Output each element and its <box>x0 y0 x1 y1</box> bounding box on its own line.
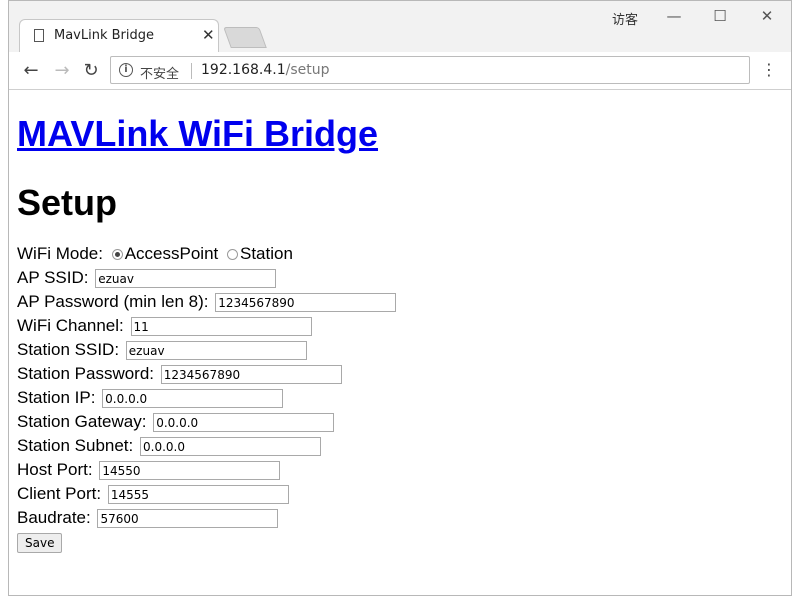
accesspoint-radio[interactable] <box>111 249 123 261</box>
wifi-channel-input[interactable] <box>130 317 312 337</box>
address-bar[interactable]: i 不安全 192.168.4.1/setup <box>110 56 750 84</box>
field-label: Station Subnet: <box>17 436 134 455</box>
reload-icon[interactable]: ↻ <box>80 60 102 82</box>
guest-profile-label[interactable]: 访客 <box>612 9 638 28</box>
browser-tab[interactable]: MavLink Bridge ✕ <box>19 19 219 52</box>
info-icon[interactable]: i <box>119 63 133 77</box>
ap-password-input[interactable] <box>215 293 397 313</box>
form-row-station-ssid: Station SSID: <box>17 338 396 362</box>
form-row-client-port: Client Port: <box>17 482 396 506</box>
url-host: 192.168.4.1 <box>201 62 286 78</box>
form-row-station-subnet: Station Subnet: <box>17 434 396 458</box>
new-tab-button[interactable] <box>223 27 267 48</box>
baudrate-input[interactable] <box>97 509 279 529</box>
wifi-mode-label: WiFi Mode: <box>17 244 103 263</box>
forward-arrow-icon[interactable]: → <box>51 60 73 82</box>
divider <box>191 63 192 79</box>
title-bar: MavLink Bridge ✕ 访客 — ☐ ✕ <box>9 1 791 52</box>
close-window-button[interactable]: ✕ <box>750 5 784 27</box>
field-label: Station Password: <box>17 364 155 383</box>
field-label: WiFi Channel: <box>17 316 124 335</box>
station-password-input[interactable] <box>160 365 342 385</box>
maximize-button[interactable]: ☐ <box>703 5 737 27</box>
form-row-wifi-channel: WiFi Channel: <box>17 314 396 338</box>
form-row-station-gateway: Station Gateway: <box>17 410 396 434</box>
form-row-host-port: Host Port: <box>17 458 396 482</box>
station-label: Station <box>239 244 293 263</box>
field-label: Station IP: <box>17 388 96 407</box>
page-title: MAVLink WiFi Bridge <box>17 113 378 155</box>
station-subnet-input[interactable] <box>140 437 321 457</box>
close-tab-icon[interactable]: ✕ <box>202 26 215 44</box>
security-label[interactable]: 不安全 <box>140 63 179 82</box>
field-label: Client Port: <box>17 484 102 503</box>
menu-dots-icon[interactable]: ⋮ <box>761 61 777 79</box>
setup-form: WiFi Mode: AccessPoint Station AP SSID: … <box>17 242 397 553</box>
host-port-input[interactable] <box>99 461 281 481</box>
form-row-ap-ssid: AP SSID: <box>17 266 396 290</box>
field-label: Station SSID: <box>17 340 120 359</box>
station-radio[interactable] <box>226 249 238 261</box>
field-label: Station Gateway: <box>17 412 147 431</box>
url-path: /setup <box>285 62 330 78</box>
save-button[interactable]: Save <box>17 533 63 553</box>
back-arrow-icon[interactable]: ← <box>20 60 42 82</box>
tab-title: MavLink Bridge <box>54 28 155 43</box>
ap-ssid-input[interactable] <box>95 269 277 289</box>
wifi-mode-row: WiFi Mode: AccessPoint Station <box>17 242 396 266</box>
accesspoint-label: AccessPoint <box>124 244 219 263</box>
field-label: AP Password (min len 8): <box>17 292 209 311</box>
title-link[interactable]: MAVLink WiFi Bridge <box>17 113 378 154</box>
field-label: Host Port: <box>17 460 93 479</box>
browser-toolbar: ← → ↻ i 不安全 192.168.4.1/setup ⋮ <box>9 52 791 90</box>
form-row-ap-password: AP Password (min len 8): <box>17 290 397 314</box>
url-text[interactable]: 192.168.4.1/setup <box>201 62 329 78</box>
field-label: Baudrate: <box>17 508 91 527</box>
form-row-baudrate: Baudrate: <box>17 506 396 530</box>
station-gateway-input[interactable] <box>153 413 335 433</box>
minimize-button[interactable]: — <box>657 5 691 27</box>
form-row-station-ip: Station IP: <box>17 386 396 410</box>
setup-heading: Setup <box>17 182 118 223</box>
client-port-input[interactable] <box>107 485 289 505</box>
field-label: AP SSID: <box>17 268 89 287</box>
station-ssid-input[interactable] <box>125 341 307 361</box>
station-ip-input[interactable] <box>102 389 284 409</box>
form-row-station-password: Station Password: <box>17 362 396 386</box>
page-icon <box>34 29 44 42</box>
